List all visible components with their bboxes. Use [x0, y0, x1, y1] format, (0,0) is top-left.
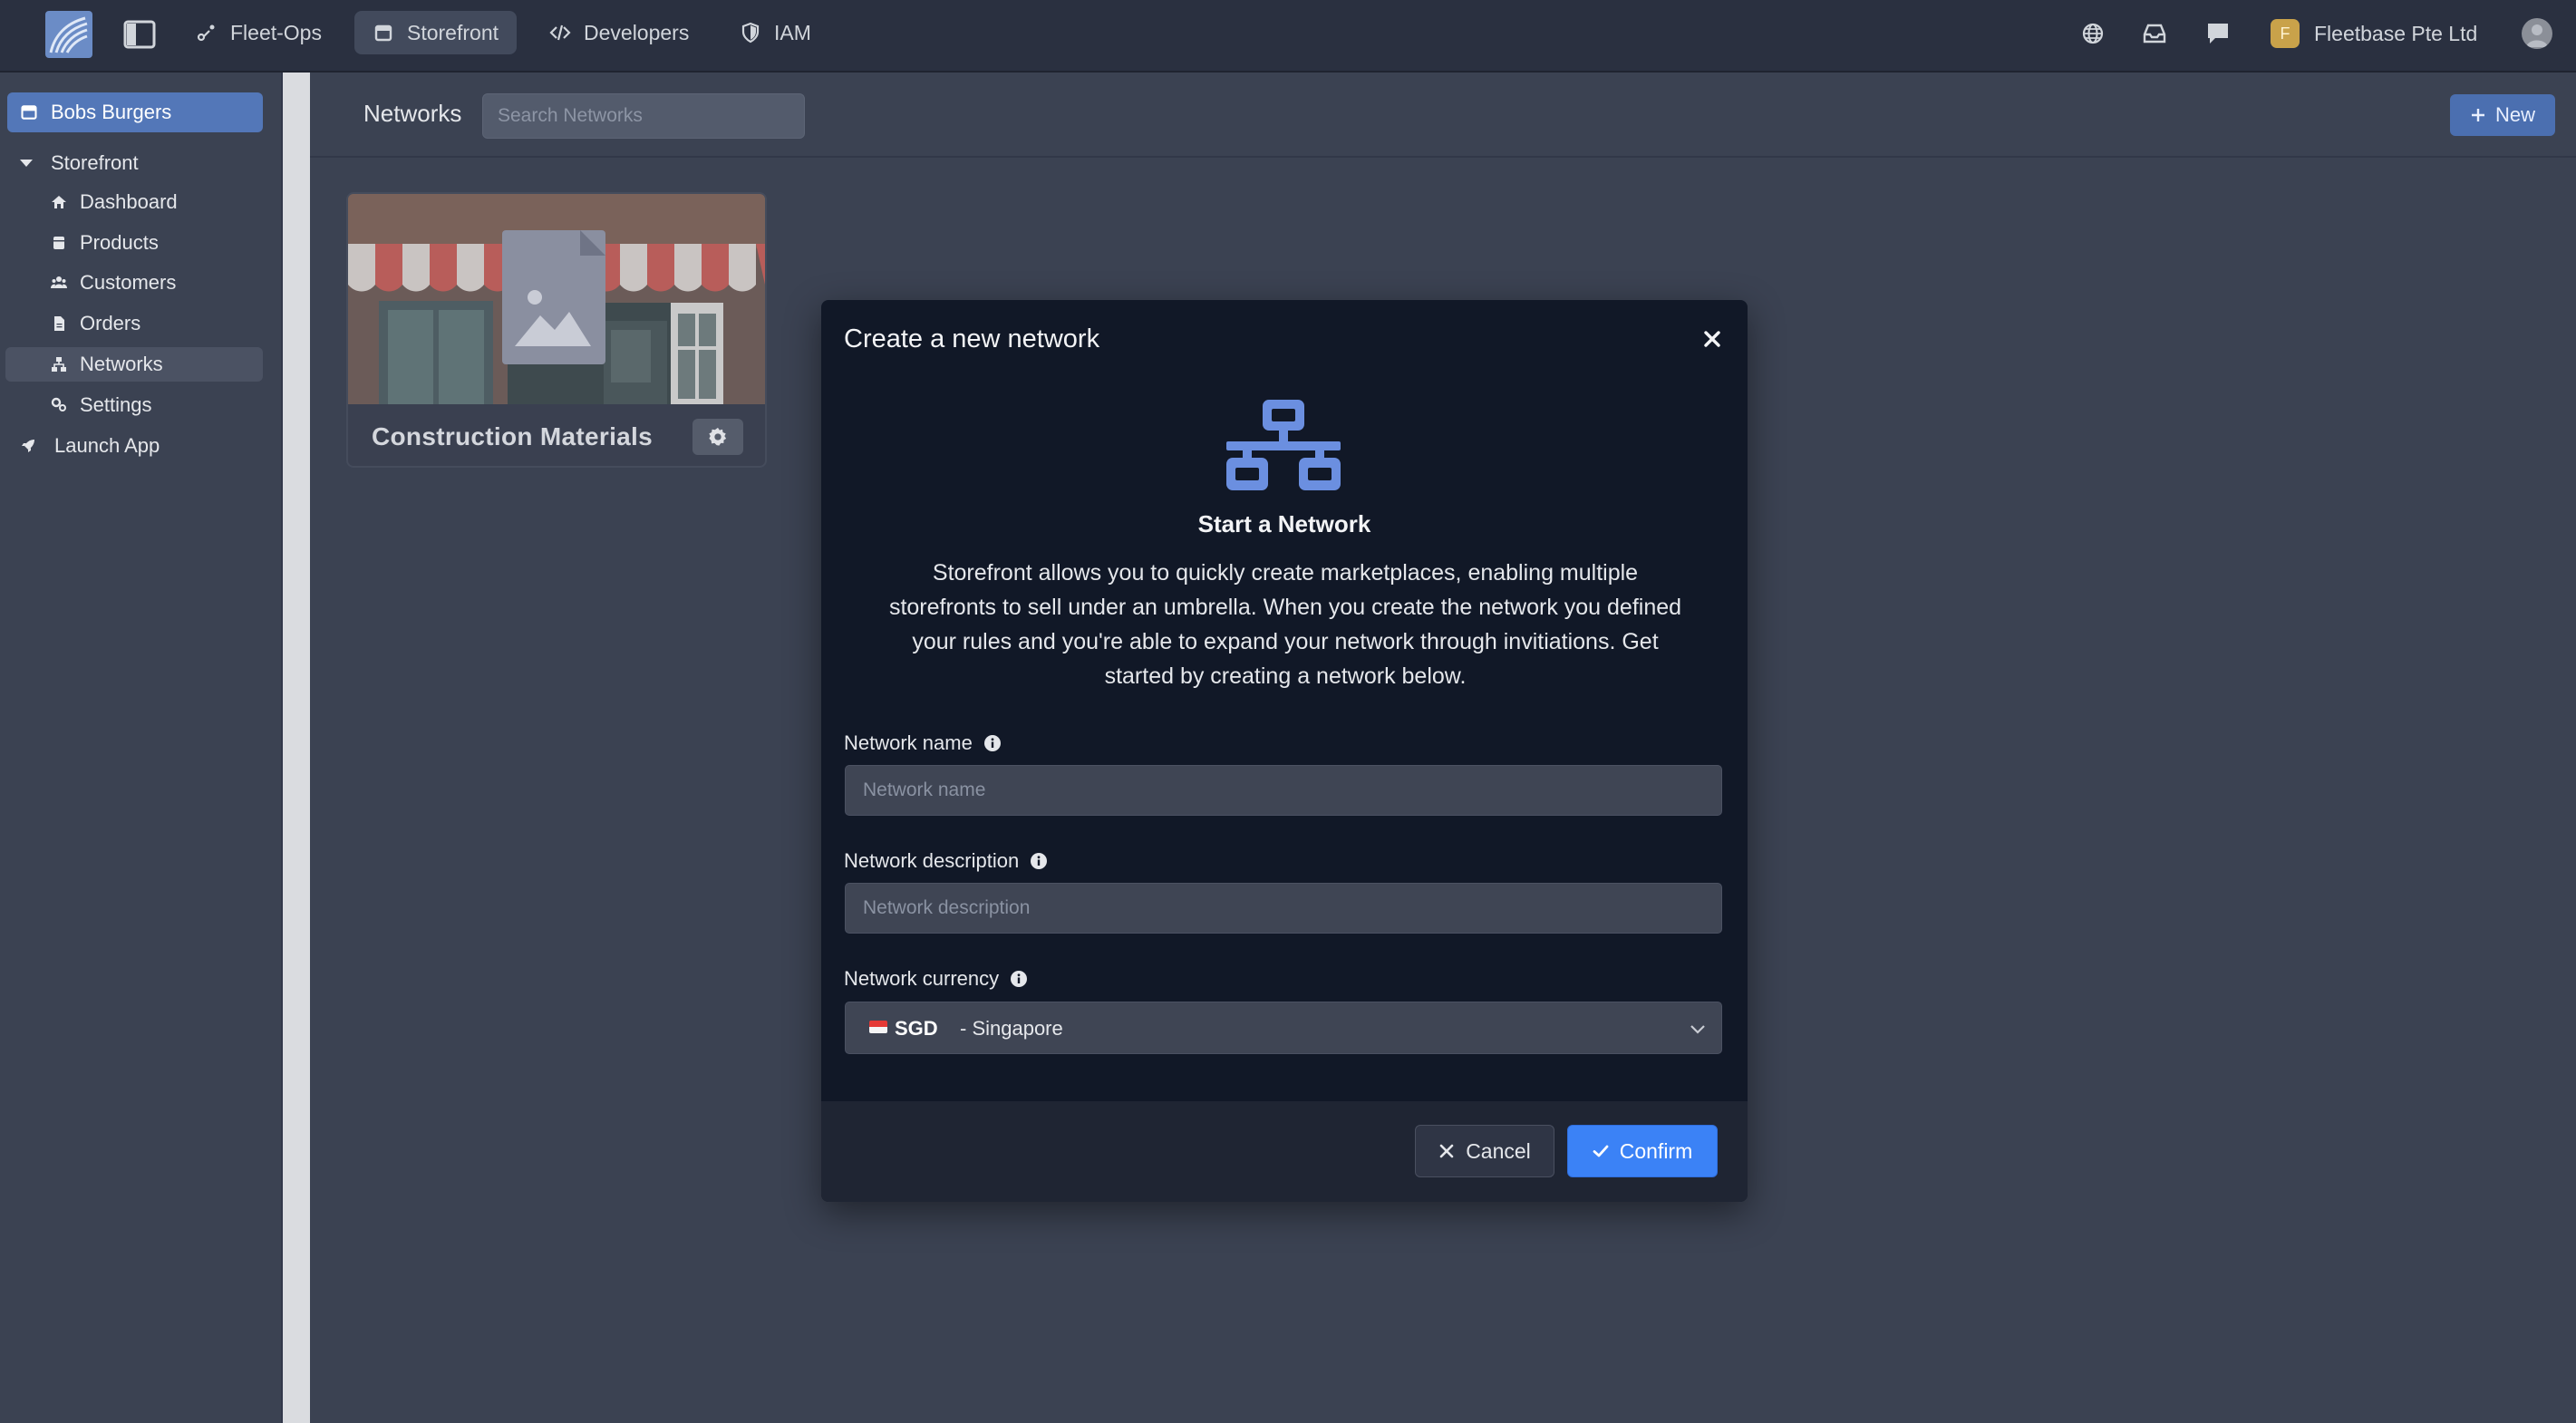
tab-developers[interactable]: Developers — [531, 11, 707, 54]
hero-title: Start a Network — [1197, 510, 1371, 537]
sidebar-item-label: Customers — [80, 271, 177, 294]
sidebar-toggle-icon[interactable] — [123, 20, 156, 49]
gear-icon — [709, 427, 727, 446]
top-navigation-bar: Fleet-Ops Storefront Developers IAM F Fl… — [0, 0, 2576, 73]
sidebar-item-label: Products — [80, 231, 159, 254]
inbox-icon[interactable] — [2141, 20, 2168, 47]
plus-icon — [2471, 109, 2484, 121]
logo-mark-icon — [49, 16, 88, 53]
store-icon — [21, 105, 37, 120]
network-currency-label: Network currency — [844, 967, 1028, 991]
sidebar-item-orders[interactable]: Orders — [5, 306, 263, 341]
cancel-label: Cancel — [1466, 1138, 1531, 1163]
info-icon[interactable] — [1010, 970, 1028, 988]
field-label-text: Network currency — [844, 967, 1000, 990]
rocket-icon — [22, 440, 34, 452]
sidebar-item-dashboard[interactable]: Dashboard — [5, 185, 263, 219]
tab-fleet-ops[interactable]: Fleet-Ops — [178, 11, 340, 54]
tab-storefront[interactable]: Storefront — [354, 11, 517, 54]
user-avatar[interactable] — [2522, 18, 2552, 49]
modal-title: Create a new network — [844, 324, 1100, 353]
currency-code: SGD — [895, 1017, 938, 1040]
currency-name: - Singapore — [960, 1017, 1063, 1040]
sidebar-item-networks[interactable]: Networks — [5, 347, 263, 382]
tab-label: Fleet-Ops — [230, 20, 322, 44]
store-icon — [374, 24, 392, 42]
sidebar-item-products[interactable]: Products — [5, 226, 263, 260]
section-label: Storefront — [51, 151, 139, 174]
sidebar-item-label: Dashboard — [80, 190, 178, 213]
network-description-input[interactable] — [845, 883, 1722, 934]
network-icon — [52, 357, 66, 372]
close-icon[interactable] — [1702, 329, 1722, 349]
field-label-text: Network name — [844, 731, 973, 754]
sidebar: Bobs Burgers Storefront Dashboard Produc… — [0, 73, 283, 1423]
search-input[interactable] — [482, 93, 805, 139]
currency-select[interactable]: SGD - Singapore — [845, 1002, 1722, 1054]
launch-app-label: Launch App — [54, 434, 160, 457]
card-title: Construction Materials — [372, 422, 653, 450]
chat-icon[interactable] — [2204, 20, 2232, 47]
tab-iam[interactable]: IAM — [721, 11, 829, 54]
fleetbase-logo[interactable] — [45, 11, 92, 58]
close-icon — [1439, 1144, 1454, 1158]
cancel-button[interactable]: Cancel — [1415, 1125, 1554, 1177]
network-name-input[interactable] — [845, 765, 1722, 816]
route-icon — [197, 24, 215, 42]
code-icon — [549, 24, 571, 41]
field-label-text: Network description — [844, 849, 1020, 872]
network-name-label: Network name — [844, 731, 1002, 755]
confirm-label: Confirm — [1619, 1138, 1693, 1163]
home-icon — [52, 196, 66, 208]
info-icon[interactable] — [1030, 852, 1048, 870]
tab-label: IAM — [774, 20, 811, 44]
organization-avatar[interactable]: F — [2271, 19, 2300, 48]
create-network-modal: Create a new network Start a Network Sto… — [821, 300, 1748, 1202]
users-icon — [51, 276, 67, 288]
tab-label: Developers — [584, 20, 690, 44]
sidebar-item-label: Settings — [80, 393, 152, 416]
info-icon[interactable] — [983, 734, 1002, 752]
modal-footer: Cancel Confirm — [821, 1101, 1748, 1202]
sidebar-launch-app[interactable]: Launch App — [20, 430, 160, 462]
shield-icon — [741, 22, 760, 44]
check-icon — [1593, 1145, 1609, 1157]
main-header: Networks New — [310, 73, 2576, 158]
network-icon — [1226, 400, 1341, 490]
sidebar-section-storefront[interactable]: Storefront — [18, 147, 139, 179]
organization-name[interactable]: Fleetbase Pte Ltd — [2314, 19, 2477, 48]
gears-icon — [51, 397, 66, 411]
file-icon — [54, 316, 64, 331]
store-switcher[interactable]: Bobs Burgers — [7, 92, 263, 132]
caret-down-icon — [20, 160, 33, 167]
sidebar-item-label: Orders — [80, 312, 141, 334]
confirm-button[interactable]: Confirm — [1567, 1125, 1718, 1177]
network-card[interactable]: Construction Materials — [346, 192, 767, 468]
page-title: Networks — [363, 100, 462, 127]
sidebar-item-label: Networks — [80, 353, 163, 375]
tab-label: Storefront — [407, 20, 499, 44]
sidebar-item-settings[interactable]: Settings — [5, 388, 263, 422]
new-button-label: New — [2494, 103, 2535, 126]
box-icon — [53, 237, 64, 249]
singapore-flag-icon — [869, 1021, 887, 1033]
chevron-down-icon — [1690, 1025, 1705, 1034]
globe-icon[interactable] — [2079, 20, 2106, 47]
storefront-image — [348, 194, 765, 404]
sidebar-scrollbar[interactable] — [283, 73, 310, 1423]
hero-description: Storefront allows you to quickly create … — [888, 560, 1682, 689]
network-description-label: Network description — [844, 849, 1048, 873]
user-icon — [2526, 24, 2548, 47]
new-network-button[interactable]: New — [2450, 94, 2555, 136]
sidebar-item-customers[interactable]: Customers — [5, 266, 263, 300]
store-name: Bobs Burgers — [51, 101, 172, 123]
card-settings-button[interactable] — [692, 419, 743, 455]
